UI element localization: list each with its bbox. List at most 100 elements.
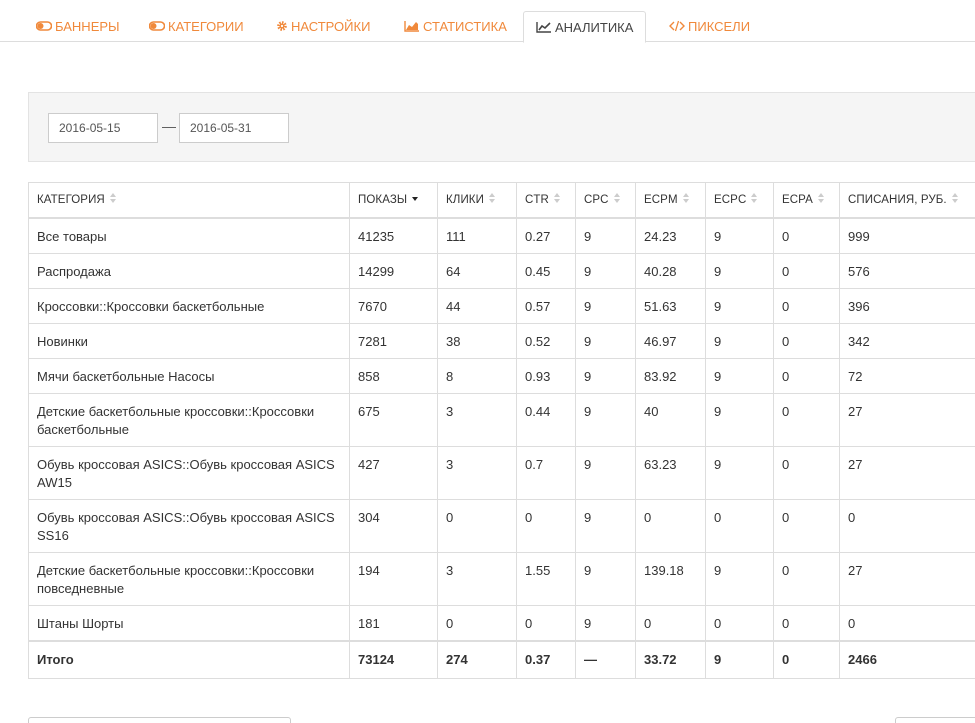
cell-impressions: 858 bbox=[349, 357, 438, 394]
sort-icon[interactable] bbox=[488, 193, 497, 204]
table-header-row: КАТЕГОРИЯ ПОКАЗЫ КЛИКИ CTR CPC ECPM ECPC ECPA СП… bbox=[28, 182, 975, 219]
cell-clicks: 3 bbox=[437, 551, 517, 606]
sort-icon[interactable] bbox=[817, 193, 826, 204]
column-header-ecpc[interactable]: ECPC bbox=[705, 182, 774, 219]
tab-statistics-label: СТАТИСТИКА bbox=[423, 19, 507, 34]
total-category: Итого bbox=[28, 639, 350, 679]
cell-cpc: 9 bbox=[575, 357, 636, 394]
cell-cpc: 9 bbox=[575, 392, 636, 447]
cell-ecpa: 0 bbox=[773, 498, 840, 553]
column-header-ctr[interactable]: CTR bbox=[516, 182, 576, 219]
table-row: Новинки 7281 38 0.52 9 46.97 9 0 342 bbox=[28, 322, 975, 359]
cell-charges: 999 bbox=[839, 217, 975, 254]
cell-ecpm: 51.63 bbox=[635, 287, 706, 324]
date-range-separator: — bbox=[162, 118, 176, 134]
cell-impressions: 7670 bbox=[349, 287, 438, 324]
tab-pixels[interactable]: ПИКСЕЛИ bbox=[657, 11, 762, 42]
cell-clicks: 3 bbox=[437, 445, 517, 500]
tab-categories[interactable]: КАТЕГОРИИ bbox=[137, 11, 256, 42]
cell-ctr: 0.45 bbox=[516, 252, 576, 289]
cell-ecpa: 0 bbox=[773, 551, 840, 606]
column-header-label: ECPM bbox=[644, 194, 678, 207]
gear-icon bbox=[277, 21, 287, 31]
column-header-charges[interactable]: СПИСАНИЯ, РУБ. bbox=[839, 182, 975, 219]
sort-icon[interactable] bbox=[109, 193, 118, 204]
cell-ecpa: 0 bbox=[773, 357, 840, 394]
bottom-left-control[interactable] bbox=[28, 717, 291, 723]
cell-ecpm: 63.23 bbox=[635, 445, 706, 500]
toggle-icon bbox=[149, 21, 165, 31]
total-impressions: 73124 bbox=[349, 639, 438, 679]
cell-ecpc: 9 bbox=[705, 445, 774, 500]
cell-charges: 27 bbox=[839, 445, 975, 500]
cell-ecpa: 0 bbox=[773, 604, 840, 641]
cell-clicks: 38 bbox=[437, 322, 517, 359]
sort-icon[interactable] bbox=[553, 193, 562, 204]
cell-ecpa: 0 bbox=[773, 392, 840, 447]
column-header-label: ПОКАЗЫ bbox=[358, 194, 408, 207]
column-header-label: СПИСАНИЯ, РУБ. bbox=[848, 194, 947, 207]
cell-ecpa: 0 bbox=[773, 252, 840, 289]
sort-icon[interactable] bbox=[613, 193, 622, 204]
cell-cpc: 9 bbox=[575, 445, 636, 500]
date-filter-panel: — bbox=[28, 92, 975, 162]
cell-impressions: 675 bbox=[349, 392, 438, 447]
cell-ecpa: 0 bbox=[773, 287, 840, 324]
column-header-ecpa[interactable]: ECPA bbox=[773, 182, 840, 219]
cell-ctr: 0.57 bbox=[516, 287, 576, 324]
tab-banners[interactable]: БАННЕРЫ bbox=[24, 11, 132, 42]
total-ecpm: 33.72 bbox=[635, 639, 706, 679]
cell-impressions: 14299 bbox=[349, 252, 438, 289]
bottom-right-control[interactable] bbox=[895, 717, 975, 723]
sort-icon[interactable] bbox=[682, 193, 691, 204]
tab-settings[interactable]: НАСТРОЙКИ bbox=[264, 11, 382, 42]
cell-ctr: 0.52 bbox=[516, 322, 576, 359]
cell-impressions: 304 bbox=[349, 498, 438, 553]
date-to-input[interactable] bbox=[179, 113, 289, 143]
cell-ctr: 0.27 bbox=[516, 217, 576, 254]
cell-category: Все товары bbox=[28, 217, 350, 254]
column-header-label: ECPC bbox=[714, 194, 747, 207]
tab-banners-label: БАННЕРЫ bbox=[55, 19, 120, 34]
date-from-input[interactable] bbox=[48, 113, 158, 143]
column-header-label: CTR bbox=[525, 194, 549, 207]
sort-icon[interactable] bbox=[751, 193, 759, 204]
code-icon bbox=[669, 20, 685, 32]
cell-category: Штаны Шорты bbox=[28, 604, 350, 641]
cell-ecpc: 9 bbox=[705, 287, 774, 324]
cell-cpc: 9 bbox=[575, 287, 636, 324]
cell-ctr: 1.55 bbox=[516, 551, 576, 606]
total-clicks: 274 bbox=[437, 639, 517, 679]
line-chart-icon bbox=[536, 22, 551, 33]
cell-impressions: 7281 bbox=[349, 322, 438, 359]
cell-ecpc: 9 bbox=[705, 217, 774, 254]
cell-category: Распродажа bbox=[28, 252, 350, 289]
cell-ecpc: 0 bbox=[705, 498, 774, 553]
cell-impressions: 181 bbox=[349, 604, 438, 641]
column-header-category[interactable]: КАТЕГОРИЯ bbox=[28, 182, 350, 219]
cell-charges: 396 bbox=[839, 287, 975, 324]
cell-ecpm: 46.97 bbox=[635, 322, 706, 359]
tab-analytics[interactable]: АНАЛИТИКА bbox=[523, 11, 647, 43]
total-ecpa: 0 bbox=[773, 639, 840, 679]
column-header-clicks[interactable]: КЛИКИ bbox=[437, 182, 517, 219]
cell-cpc: 9 bbox=[575, 217, 636, 254]
sort-icon[interactable] bbox=[951, 193, 960, 204]
toggle-icon bbox=[36, 21, 52, 31]
column-header-cpc[interactable]: CPC bbox=[575, 182, 636, 219]
cell-ecpc: 9 bbox=[705, 392, 774, 447]
cell-ecpm: 0 bbox=[635, 498, 706, 553]
cell-ecpc: 9 bbox=[705, 252, 774, 289]
column-header-ecpm[interactable]: ECPM bbox=[635, 182, 706, 219]
tab-bar: БАННЕРЫ КАТЕГОРИИ НАСТРОЙКИ СТАТИСТИКА А… bbox=[0, 0, 975, 43]
cell-cpc: 9 bbox=[575, 551, 636, 606]
total-cpc: — bbox=[575, 639, 636, 679]
tab-analytics-label: АНАЛИТИКА bbox=[555, 20, 634, 35]
tab-statistics[interactable]: СТАТИСТИКА bbox=[392, 11, 519, 42]
cell-charges: 0 bbox=[839, 498, 975, 553]
column-header-impressions[interactable]: ПОКАЗЫ bbox=[349, 182, 438, 219]
totals-row: Итого 73124 274 0.37—33.72 9 0 2466 bbox=[28, 639, 975, 679]
sort-desc-icon[interactable] bbox=[412, 193, 420, 204]
cell-ecpc: 9 bbox=[705, 357, 774, 394]
table-row: Распродажа 14299 64 0.45 9 40.28 9 0 576 bbox=[28, 252, 975, 289]
